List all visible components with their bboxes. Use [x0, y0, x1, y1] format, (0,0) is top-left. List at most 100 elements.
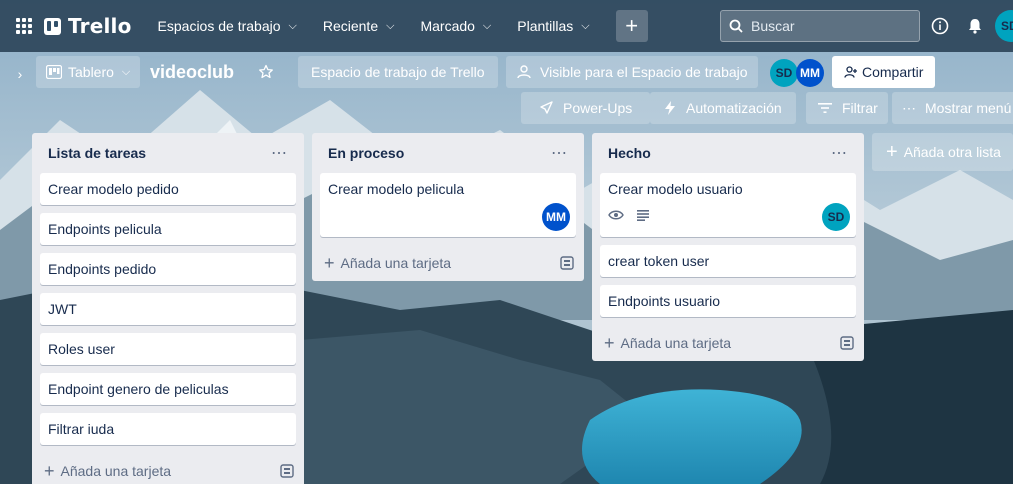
card[interactable]: Endpoint genero de peliculas: [40, 373, 296, 405]
list-header: Hecho ⋯: [592, 133, 864, 173]
card-title: Crear modelo pedido: [48, 181, 179, 197]
list-title[interactable]: En proceso: [328, 145, 404, 161]
add-card-button[interactable]: + Añada una tarjeta: [592, 325, 864, 361]
eye-icon: [608, 210, 624, 220]
list-menu-icon[interactable]: ⋯: [831, 143, 848, 163]
list-header: En proceso ⋯: [312, 133, 584, 173]
description-icon: [637, 210, 649, 221]
chevron-down-icon: ⌵: [386, 19, 395, 32]
apps-grid-button[interactable]: [8, 10, 40, 42]
card-title: Filtrar iuda: [48, 421, 115, 437]
workspace-label: Espacio de trabajo de Trello: [311, 64, 485, 80]
card-title: Crear modelo pelicula: [328, 181, 465, 197]
search-icon: [729, 19, 743, 33]
card-badges: [608, 205, 848, 225]
member-avatar-mm[interactable]: MM: [796, 59, 824, 87]
user-avatar[interactable]: SD: [995, 10, 1013, 42]
chevron-down-icon: ⌵: [482, 19, 492, 32]
sidebar-toggle-button[interactable]: ›: [8, 62, 32, 86]
search-box[interactable]: [720, 10, 920, 42]
list-header: Lista de tareas ⋯: [32, 133, 304, 173]
chevron-down-icon: ⌵: [288, 19, 297, 32]
card[interactable]: Crear modelo usuario SD: [600, 173, 856, 237]
plus-icon: +: [324, 252, 335, 273]
card-title: JWT: [48, 301, 77, 317]
list-in-progress: En proceso ⋯ Crear modelo pelicula MM + A…: [312, 133, 584, 281]
list-title[interactable]: Hecho: [608, 145, 651, 161]
list-todo: Lista de tareas ⋯ Crear modelo pedido En…: [32, 133, 304, 484]
workspace-button[interactable]: Espacio de trabajo de Trello: [298, 56, 498, 88]
template-icon[interactable]: [280, 464, 294, 478]
automation-label: Automatización: [686, 100, 782, 116]
grid-icon: [16, 18, 32, 34]
board-view-switcher[interactable]: Tablero ⌵: [36, 56, 141, 88]
filter-icon: [818, 103, 832, 113]
card-title: Roles user: [48, 341, 115, 357]
nav-templates[interactable]: Plantillas ⌵: [507, 10, 599, 42]
template-icon[interactable]: [560, 256, 574, 270]
automation-button[interactable]: Automatización: [650, 92, 796, 124]
star-icon: [259, 64, 273, 79]
list-menu-icon[interactable]: ⋯: [271, 143, 288, 163]
plus-icon: +: [886, 140, 898, 163]
share-button[interactable]: Compartir: [832, 56, 936, 88]
power-ups-button[interactable]: Power-Ups: [521, 92, 651, 124]
plus-icon: +: [625, 13, 639, 38]
trello-logo[interactable]: Trello: [44, 14, 132, 38]
bell-icon: [969, 19, 981, 34]
member-avatar-sd[interactable]: SD: [770, 59, 798, 87]
card[interactable]: Crear modelo pelicula MM: [320, 173, 576, 237]
nav-recent[interactable]: Reciente ⌵: [313, 10, 405, 42]
star-board-button[interactable]: [252, 56, 280, 88]
filter-label: Filtrar: [842, 100, 878, 116]
visibility-button[interactable]: Visible para el Espacio de trabajo: [506, 56, 758, 88]
nav-starred[interactable]: Marcado ⌵: [410, 10, 501, 42]
notifications-button[interactable]: [963, 14, 987, 38]
card-title: Endpoints usuario: [608, 293, 721, 309]
power-ups-label: Power-Ups: [563, 100, 633, 116]
show-menu-label: Mostrar menú: [925, 100, 1012, 116]
card-title: Endpoints pedido: [48, 261, 157, 277]
add-card-label: Añada una tarjeta: [340, 255, 452, 271]
template-icon[interactable]: [840, 336, 854, 350]
show-menu-button[interactable]: ⋯ Mostrar menú: [892, 92, 1013, 124]
trello-logo-icon: [44, 17, 61, 35]
list-title[interactable]: Lista de tareas: [48, 145, 146, 161]
card[interactable]: Filtrar iuda: [40, 413, 296, 445]
add-list-button[interactable]: + Añada otra lista: [872, 133, 1013, 171]
chevron-down-icon: ⌵: [121, 65, 131, 78]
card[interactable]: Roles user: [40, 333, 296, 365]
add-card-button[interactable]: + Añada una tarjeta: [312, 245, 584, 281]
card[interactable]: Crear modelo pedido: [40, 173, 296, 205]
create-button[interactable]: +: [615, 10, 648, 42]
chevron-down-icon: ⌵: [581, 19, 590, 32]
card[interactable]: Endpoints pedido: [40, 253, 296, 285]
card[interactable]: Endpoints pelicula: [40, 213, 296, 245]
member-avatar-initials: SD: [775, 66, 793, 80]
filter-button[interactable]: Filtrar: [806, 92, 888, 124]
board-title[interactable]: videoclub: [150, 56, 234, 88]
card-member-initials: SD: [827, 210, 845, 224]
info-button[interactable]: [928, 14, 952, 38]
nav-workspaces[interactable]: Espacios de trabajo ⌵: [148, 10, 307, 42]
card-title: crear token user: [608, 253, 710, 269]
add-person-icon: [844, 66, 857, 78]
card-member-avatar[interactable]: SD: [822, 203, 850, 231]
plus-icon: +: [604, 332, 615, 353]
lightning-icon: [665, 101, 675, 115]
card-member-avatar[interactable]: MM: [542, 203, 570, 231]
board-view-label: Tablero: [68, 64, 114, 80]
add-card-button[interactable]: + Añada una tarjeta: [32, 453, 304, 484]
card[interactable]: crear token user: [600, 245, 856, 277]
nav-label: Reciente: [322, 18, 379, 34]
more-dots-icon: ⋯: [902, 99, 917, 116]
list-menu-icon[interactable]: ⋯: [551, 143, 568, 163]
top-header: Trello Espacios de trabajo ⌵ Reciente ⌵ …: [0, 0, 1013, 52]
card[interactable]: Endpoints usuario: [600, 285, 856, 317]
card[interactable]: JWT: [40, 293, 296, 325]
rocket-icon: [540, 101, 553, 114]
search-input[interactable]: [751, 18, 901, 34]
add-list-label: Añada otra lista: [903, 144, 1001, 160]
nav-label: Espacios de trabajo: [157, 18, 281, 34]
card-title: Crear modelo usuario: [608, 181, 743, 197]
